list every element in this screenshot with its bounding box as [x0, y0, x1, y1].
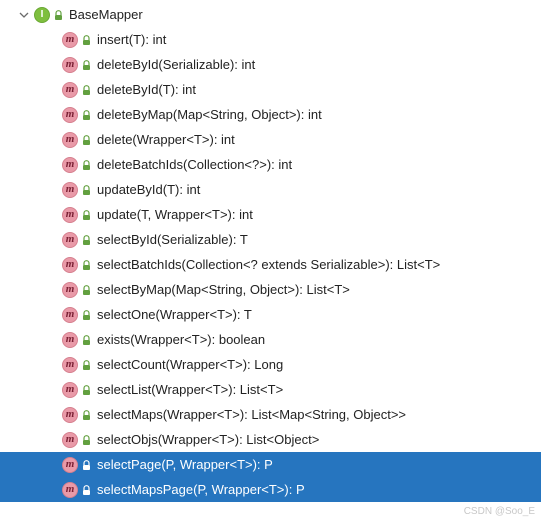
tree-method-label: selectObjs(Wrapper<T>): List<Object>	[97, 432, 319, 447]
method-icon: m	[62, 82, 78, 98]
structure-tree[interactable]: I BaseMapper m insert(T): int m deleteById(…	[0, 0, 541, 502]
method-icon: m	[62, 182, 78, 198]
lock-icon	[81, 109, 91, 121]
chevron-down-icon[interactable]	[18, 9, 30, 21]
lock-icon	[81, 159, 91, 171]
lock-icon	[81, 234, 91, 246]
method-icon: m	[62, 382, 78, 398]
lock-icon	[81, 34, 91, 46]
tree-method-row[interactable]: m selectOne(Wrapper<T>): T	[0, 302, 541, 327]
tree-method-row[interactable]: m selectBatchIds(Collection<? extends Ser…	[0, 252, 541, 277]
tree-method-label: delete(Wrapper<T>): int	[97, 132, 235, 147]
tree-method-label: update(T, Wrapper<T>): int	[97, 207, 253, 222]
method-icon: m	[62, 282, 78, 298]
tree-method-row[interactable]: m deleteByMap(Map<String, Object>): int	[0, 102, 541, 127]
lock-icon	[81, 209, 91, 221]
method-icon: m	[62, 57, 78, 73]
tree-method-row[interactable]: m deleteById(Serializable): int	[0, 52, 541, 77]
lock-icon	[81, 409, 91, 421]
tree-method-label: selectOne(Wrapper<T>): T	[97, 307, 252, 322]
method-icon: m	[62, 132, 78, 148]
tree-method-label: selectMaps(Wrapper<T>): List<Map<String,…	[97, 407, 406, 422]
lock-icon	[53, 9, 63, 21]
tree-method-row[interactable]: m selectObjs(Wrapper<T>): List<Object>	[0, 427, 541, 452]
lock-icon	[81, 434, 91, 446]
method-icon: m	[62, 332, 78, 348]
method-icon: m	[62, 107, 78, 123]
tree-method-label: selectMapsPage(P, Wrapper<T>): P	[97, 482, 305, 497]
tree-root-label: BaseMapper	[69, 7, 143, 22]
method-icon: m	[62, 232, 78, 248]
tree-method-row[interactable]: m insert(T): int	[0, 27, 541, 52]
lock-icon	[81, 459, 91, 471]
tree-method-label: exists(Wrapper<T>): boolean	[97, 332, 265, 347]
tree-method-label: deleteByMap(Map<String, Object>): int	[97, 107, 322, 122]
tree-method-row[interactable]: m selectList(Wrapper<T>): List<T>	[0, 377, 541, 402]
lock-icon	[81, 184, 91, 196]
tree-method-row[interactable]: m selectById(Serializable): T	[0, 227, 541, 252]
tree-method-label: insert(T): int	[97, 32, 166, 47]
lock-icon	[81, 359, 91, 371]
lock-icon	[81, 259, 91, 271]
tree-method-label: selectById(Serializable): T	[97, 232, 248, 247]
tree-method-label: selectPage(P, Wrapper<T>): P	[97, 457, 273, 472]
tree-method-row[interactable]: m deleteBatchIds(Collection<?>): int	[0, 152, 541, 177]
lock-icon	[81, 384, 91, 396]
tree-method-label: deleteById(T): int	[97, 82, 196, 97]
method-icon: m	[62, 407, 78, 423]
method-icon: m	[62, 207, 78, 223]
tree-method-label: selectCount(Wrapper<T>): Long	[97, 357, 283, 372]
tree-root-row[interactable]: I BaseMapper	[0, 2, 541, 27]
tree-method-label: selectList(Wrapper<T>): List<T>	[97, 382, 283, 397]
watermark-text: CSDN @Soo_E	[464, 506, 535, 517]
tree-method-row[interactable]: m selectMaps(Wrapper<T>): List<Map<String…	[0, 402, 541, 427]
method-icon: m	[62, 482, 78, 498]
interface-icon: I	[34, 7, 50, 23]
tree-method-row[interactable]: m selectCount(Wrapper<T>): Long	[0, 352, 541, 377]
lock-icon	[81, 84, 91, 96]
lock-icon	[81, 309, 91, 321]
method-icon: m	[62, 432, 78, 448]
method-icon: m	[62, 457, 78, 473]
lock-icon	[81, 134, 91, 146]
lock-icon	[81, 334, 91, 346]
tree-method-row[interactable]: m selectPage(P, Wrapper<T>): P	[0, 452, 541, 477]
method-icon: m	[62, 157, 78, 173]
tree-method-row[interactable]: m update(T, Wrapper<T>): int	[0, 202, 541, 227]
tree-method-label: updateById(T): int	[97, 182, 200, 197]
tree-method-label: deleteBatchIds(Collection<?>): int	[97, 157, 292, 172]
tree-method-row[interactable]: m selectMapsPage(P, Wrapper<T>): P	[0, 477, 541, 502]
tree-method-label: selectByMap(Map<String, Object>): List<T…	[97, 282, 350, 297]
method-icon: m	[62, 357, 78, 373]
tree-method-row[interactable]: m selectByMap(Map<String, Object>): List<…	[0, 277, 541, 302]
tree-method-row[interactable]: m updateById(T): int	[0, 177, 541, 202]
tree-method-row[interactable]: m delete(Wrapper<T>): int	[0, 127, 541, 152]
lock-icon	[81, 484, 91, 496]
lock-icon	[81, 284, 91, 296]
tree-method-row[interactable]: m deleteById(T): int	[0, 77, 541, 102]
tree-method-label: selectBatchIds(Collection<? extends Seri…	[97, 257, 440, 272]
method-icon: m	[62, 307, 78, 323]
tree-method-row[interactable]: m exists(Wrapper<T>): boolean	[0, 327, 541, 352]
method-icon: m	[62, 257, 78, 273]
tree-method-label: deleteById(Serializable): int	[97, 57, 255, 72]
lock-icon	[81, 59, 91, 71]
method-icon: m	[62, 32, 78, 48]
